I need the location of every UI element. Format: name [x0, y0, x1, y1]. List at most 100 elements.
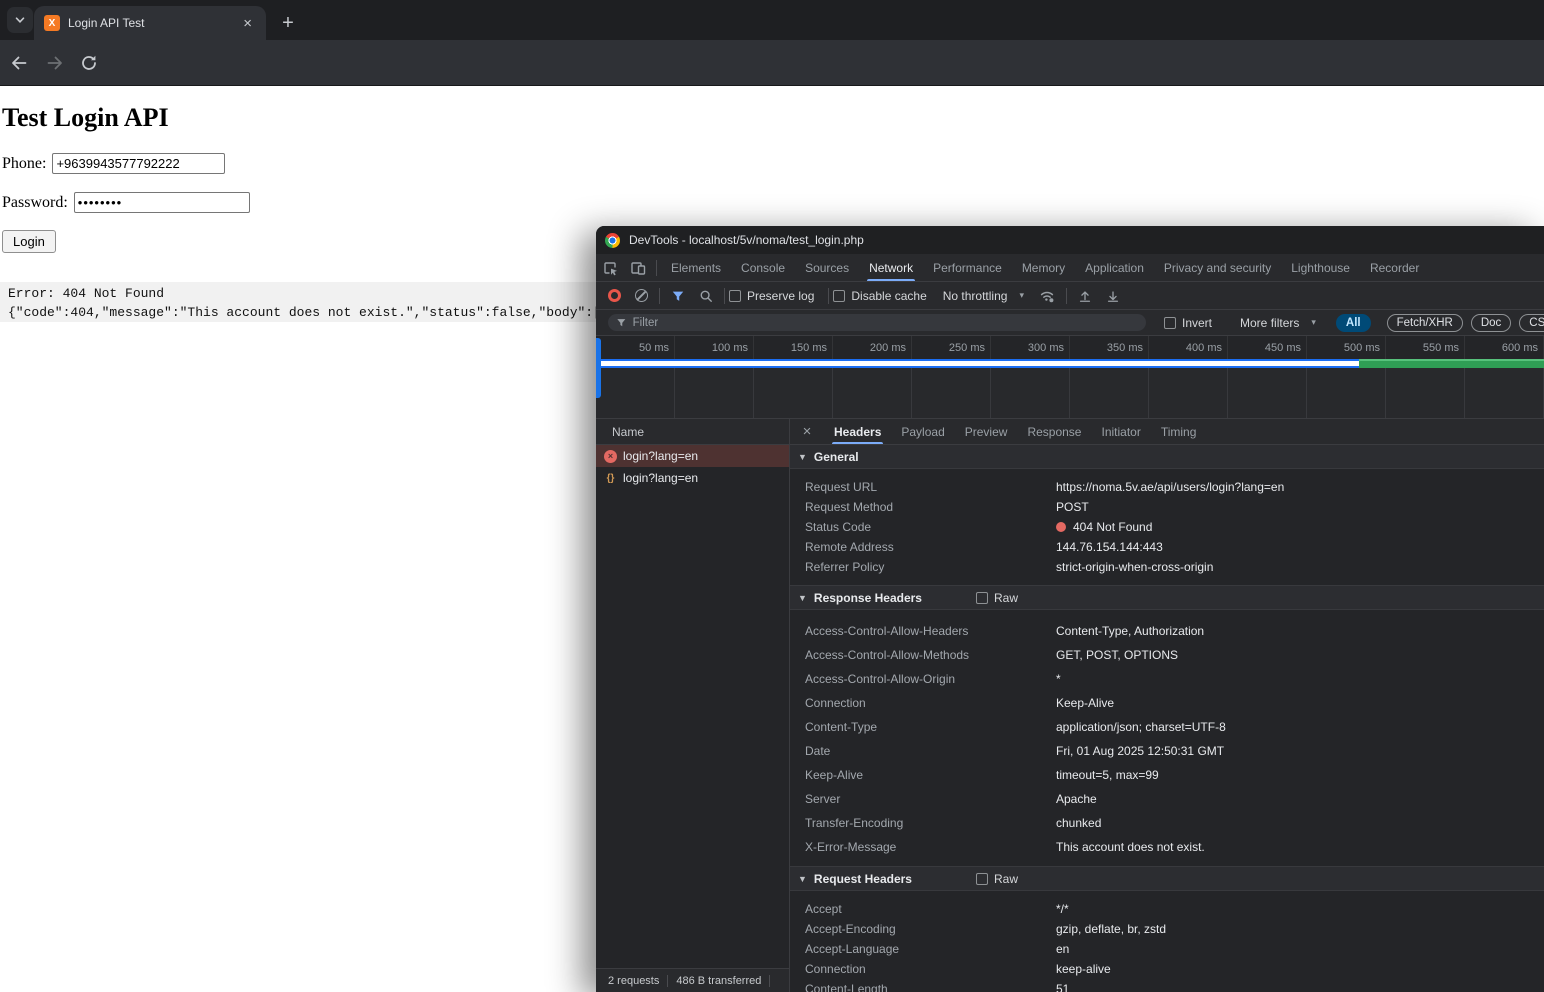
- raw-checkbox[interactable]: [976, 592, 988, 604]
- request-headers-section-header[interactable]: ▼ Request Headers Raw: [790, 867, 1544, 891]
- header-key: Connection: [805, 696, 1056, 710]
- timeline-grid-cell: [596, 368, 675, 418]
- phone-input[interactable]: [52, 153, 225, 174]
- new-tab-button[interactable]: +: [274, 9, 302, 37]
- tab-console[interactable]: Console: [731, 254, 795, 281]
- request-name: login?lang=en: [623, 471, 698, 485]
- record-network-log-button[interactable]: [608, 289, 621, 302]
- network-conditions-button[interactable]: [1039, 288, 1055, 304]
- request-row-failed[interactable]: × login?lang=en: [596, 445, 789, 467]
- response-headers-section-header[interactable]: ▼ Response Headers Raw: [790, 586, 1544, 610]
- filter-toggle-button[interactable]: [671, 289, 685, 303]
- search-button[interactable]: [699, 289, 713, 303]
- detail-tab-preview[interactable]: Preview: [955, 419, 1018, 444]
- password-input[interactable]: [74, 192, 250, 213]
- devtools-titlebar[interactable]: DevTools - localhost/5v/noma/test_login.…: [596, 226, 1544, 254]
- filter-input-pill[interactable]: [608, 314, 1146, 331]
- timeline-grid-cell: [1149, 368, 1228, 418]
- back-button[interactable]: [8, 52, 30, 74]
- filter-chip-fetch-xhr[interactable]: Fetch/XHR: [1387, 314, 1463, 332]
- timeline-range-handle[interactable]: [596, 338, 601, 398]
- login-button[interactable]: Login: [2, 230, 56, 253]
- headers-panel: ▼ General Request URL https://noma.5v.ae…: [790, 445, 1544, 992]
- filter-chip-css[interactable]: CSS: [1519, 314, 1544, 332]
- device-toolbar-icon: [630, 260, 646, 276]
- detail-tab-payload[interactable]: Payload: [891, 419, 954, 444]
- throttling-select[interactable]: No throttling: [943, 289, 1008, 303]
- throttling-caret-icon: ▾: [1019, 290, 1024, 301]
- header-key: Connection: [805, 962, 1056, 976]
- ruler-tick: 250 ms: [912, 336, 991, 359]
- preserve-log-checkbox[interactable]: [729, 290, 741, 302]
- header-key: Date: [805, 744, 1056, 758]
- request-raw-toggle[interactable]: Raw: [976, 872, 1018, 886]
- browser-nav-toolbar: localhost/5v/noma/test_login.php: [0, 40, 1544, 86]
- disable-cache-checkbox[interactable]: [833, 290, 845, 302]
- requests-column-header[interactable]: Name: [596, 419, 789, 445]
- detail-tab-response[interactable]: Response: [1017, 419, 1091, 444]
- detail-tab-timing[interactable]: Timing: [1151, 419, 1207, 444]
- inspect-element-button[interactable]: [596, 254, 624, 281]
- tab-privacy-and-security[interactable]: Privacy and security: [1154, 254, 1281, 281]
- general-section-header[interactable]: ▼ General: [790, 445, 1544, 469]
- timeline-grid-cell: [833, 368, 912, 418]
- header-row: Keep-Alive timeout=5, max=99: [790, 763, 1544, 787]
- header-value: https://noma.5v.ae/api/users/login?lang=…: [1056, 480, 1284, 494]
- tab-close-icon[interactable]: ×: [239, 14, 256, 33]
- header-key: Content-Type: [805, 720, 1056, 734]
- detail-tab-initiator[interactable]: Initiator: [1091, 419, 1150, 444]
- import-har-button[interactable]: [1078, 289, 1092, 303]
- toolbar-divider: [724, 288, 725, 304]
- network-overview-track[interactable]: [596, 359, 1544, 368]
- tab-memory[interactable]: Memory: [1012, 254, 1075, 281]
- response-raw-toggle[interactable]: Raw: [976, 591, 1018, 605]
- filter-input[interactable]: [633, 317, 1138, 329]
- tab-recorder[interactable]: Recorder: [1360, 254, 1429, 281]
- password-row: Password:: [2, 192, 250, 213]
- error-line-1: Error: 404 Not Found: [8, 286, 164, 301]
- tab-network[interactable]: Network: [859, 254, 923, 281]
- overview-selected-range-bar[interactable]: [600, 359, 1359, 368]
- filter-chip-all[interactable]: All: [1336, 314, 1371, 332]
- ruler-tick: 300 ms: [991, 336, 1070, 359]
- device-toolbar-button[interactable]: [624, 254, 652, 281]
- detail-tab-headers[interactable]: Headers: [824, 419, 891, 444]
- requests-empty-area: [596, 489, 789, 968]
- browser-tab-strip: X Login API Test × +: [0, 0, 1544, 40]
- clear-network-log-button[interactable]: [635, 289, 648, 302]
- toolbar-divider: [828, 288, 829, 304]
- timeline-grid-cell: [1070, 368, 1149, 418]
- ruler-tick: 450 ms: [1228, 336, 1307, 359]
- header-row: Accept */*: [790, 899, 1544, 919]
- tab-sources[interactable]: Sources: [795, 254, 859, 281]
- more-filters-button[interactable]: More filters: [1240, 316, 1299, 330]
- filter-chip-doc[interactable]: Doc: [1471, 314, 1511, 332]
- raw-checkbox[interactable]: [976, 873, 988, 885]
- invert-checkbox[interactable]: [1164, 317, 1176, 329]
- phone-label: Phone:: [2, 155, 46, 173]
- timeline-ruler[interactable]: 50 ms 100 ms 150 ms 200 ms 250 ms 300 ms…: [596, 336, 1544, 359]
- reload-button[interactable]: [78, 52, 100, 74]
- tab-search-chevron-button[interactable]: [7, 7, 33, 33]
- header-key: Access-Control-Allow-Methods: [805, 648, 1056, 662]
- search-icon: [699, 289, 713, 303]
- header-key: Access-Control-Allow-Origin: [805, 672, 1056, 686]
- tab-performance[interactable]: Performance: [923, 254, 1012, 281]
- browser-tab[interactable]: X Login API Test ×: [34, 6, 266, 40]
- timeline-grid-cell: [1228, 368, 1307, 418]
- forward-button[interactable]: [44, 52, 66, 74]
- ruler-tick: 150 ms: [754, 336, 833, 359]
- header-value: gzip, deflate, br, zstd: [1056, 922, 1166, 936]
- close-detail-panel-button[interactable]: ×: [790, 419, 824, 444]
- header-row: Referrer Policy strict-origin-when-cross…: [790, 557, 1544, 577]
- tab-elements[interactable]: Elements: [661, 254, 731, 281]
- network-conditions-icon: [1039, 288, 1055, 304]
- header-row: Accept-Encoding gzip, deflate, br, zstd: [790, 919, 1544, 939]
- request-headers-body: Accept */* Accept-Encoding gzip, deflate…: [790, 891, 1544, 992]
- export-har-button[interactable]: [1106, 289, 1120, 303]
- tab-lighthouse[interactable]: Lighthouse: [1281, 254, 1360, 281]
- header-key: Server: [805, 792, 1056, 806]
- request-row-preflight[interactable]: {} login?lang=en: [596, 467, 789, 489]
- tab-application[interactable]: Application: [1075, 254, 1154, 281]
- header-row: Request Method POST: [790, 497, 1544, 517]
